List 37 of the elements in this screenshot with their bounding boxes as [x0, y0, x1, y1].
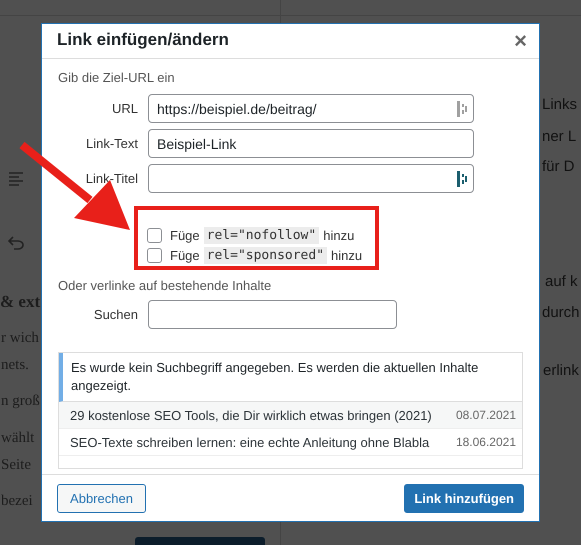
- input-field[interactable]: https://beispiel.de/beitrag/: [148, 94, 474, 123]
- option-label: Füge: [170, 248, 200, 262]
- align-icon[interactable]: [8, 172, 24, 186]
- result-title: SEO-Texte schreiben lernen: eine echte Anleitung ohne Blabla: [70, 434, 430, 450]
- code-snippet: rel="sponsored": [204, 246, 328, 264]
- option-label: hinzu: [323, 228, 354, 242]
- result-item[interactable]: 29 kostenlose SEO Tools, die Dir wirklich etwas bringen (2021) 08.07.2021: [59, 402, 522, 429]
- code-snippet: rel="nofollow": [204, 226, 320, 244]
- result-date: 08.07.2021: [456, 408, 516, 422]
- field-label: URL: [110, 101, 138, 116]
- background-text: erlink: [543, 362, 579, 379]
- search-field[interactable]: [148, 300, 397, 329]
- result-date: 18.06.2021: [456, 435, 516, 449]
- field-label: Link-Text: [84, 136, 138, 151]
- cancel-button[interactable]: Abbrechen: [57, 484, 146, 512]
- close-button[interactable]: ×: [514, 28, 527, 54]
- option-label: Füge: [170, 228, 200, 242]
- checkbox[interactable]: [147, 228, 162, 242]
- input-field[interactable]: [148, 164, 474, 193]
- background-text: auf k: [545, 273, 578, 290]
- undo-icon[interactable]: [8, 236, 24, 250]
- submit-button[interactable]: Link hinzufügen: [404, 484, 524, 512]
- option-label: hinzu: [331, 248, 362, 262]
- background-text: Links: [542, 96, 578, 113]
- result-title: 29 kostenlose SEO Tools, die Dir wirklich etwas bringen (2021): [70, 408, 432, 422]
- dialog-title: Link einfügen/ändern: [57, 30, 229, 50]
- result-item[interactable]: SEO-Texte schreiben lernen: eine echte Anleitung ohne Blabla 18.06.2021: [59, 429, 522, 456]
- field-label: Suchen: [92, 307, 138, 322]
- checkbox[interactable]: [147, 248, 162, 262]
- section-label: Oder verlinke auf bestehende Inhalte: [58, 278, 272, 293]
- background-text: durch: [542, 304, 580, 321]
- background-text: ner L: [542, 128, 576, 145]
- background-text: für D: [542, 158, 575, 175]
- bars-icon[interactable]: [457, 171, 467, 187]
- field-label: Link-Titel: [84, 171, 138, 186]
- input-field[interactable]: Beispiel-Link: [148, 129, 474, 158]
- section-label: Gib die Ziel-URL ein: [58, 70, 176, 85]
